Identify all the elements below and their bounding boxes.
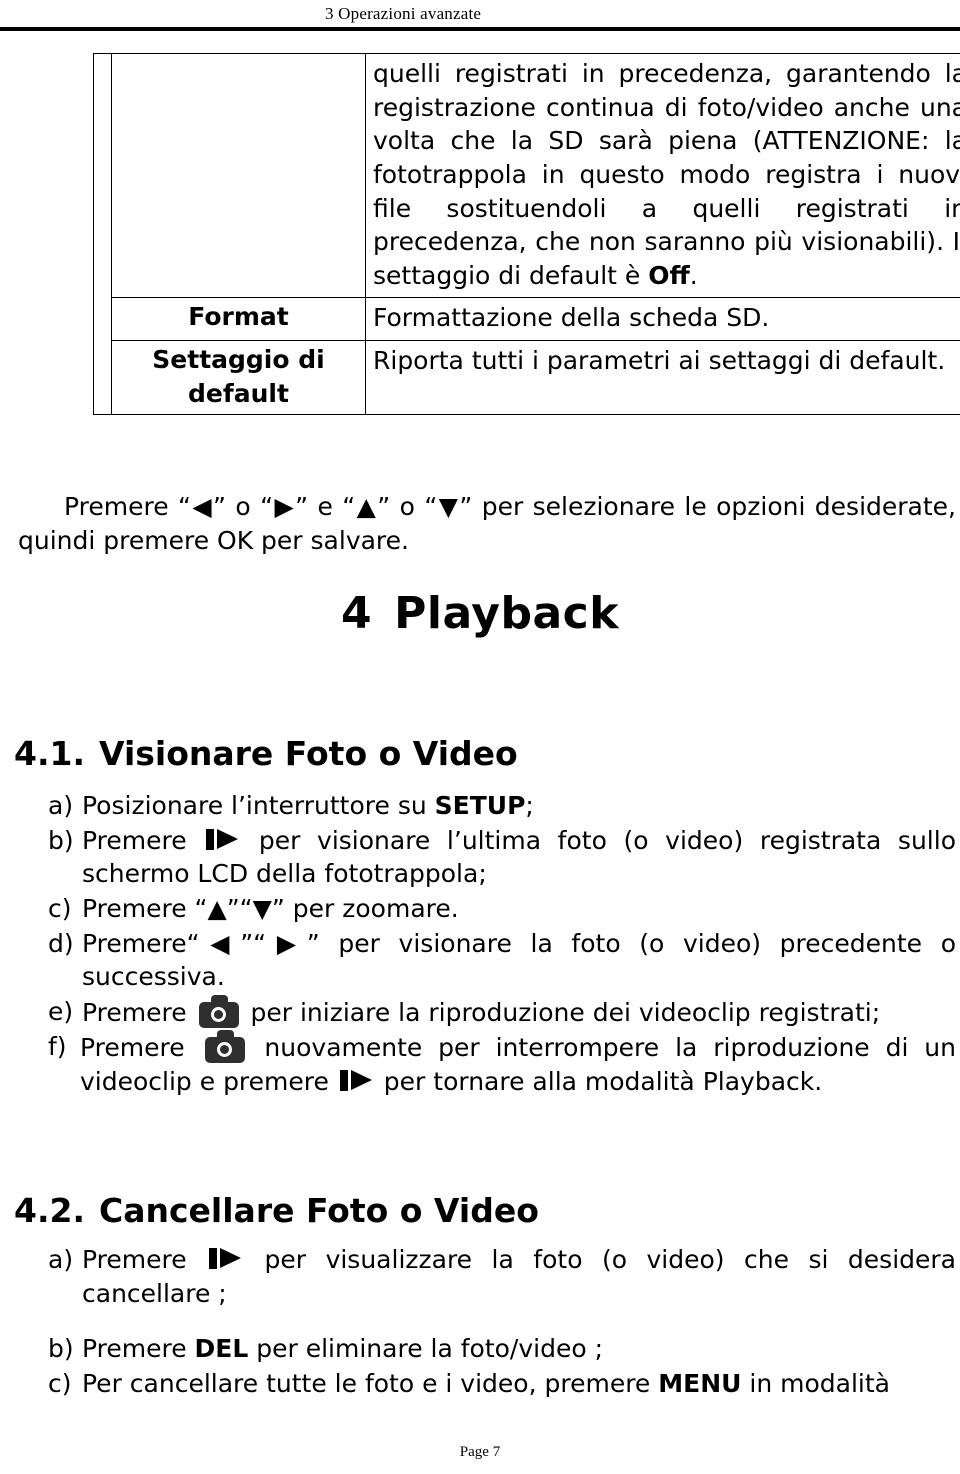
list-marker: c) [48, 893, 72, 923]
setting-name-cell: Format [111, 297, 366, 341]
chapter-heading: 4 Playback [0, 588, 960, 639]
chapter-title: Playback [394, 588, 619, 639]
running-head-text: 3 Operazioni avanzate [325, 4, 482, 23]
camera-icon [198, 994, 239, 1028]
list-item-text: Premere “▲”“▼” per zoomare. [82, 893, 459, 923]
setting-description-cell: Riporta tutti i parametri ai settaggi di… [365, 340, 960, 415]
chapter-number: 4 [340, 588, 373, 639]
setting-name-cell [111, 52, 366, 299]
list-item-text: Premere“◀”“▶” per visionare la foto (o v… [82, 928, 957, 992]
section-heading-42: 4.2. Cancellare Foto o Video [14, 1191, 539, 1230]
list-item-text: Premere per visualizzare la foto (o vide… [82, 1245, 956, 1308]
list-marker: c) [48, 1368, 72, 1398]
table-row: quelli registrati in precedenza, garante… [93, 52, 960, 415]
setting-name-cell: Settaggio di default [111, 340, 366, 415]
list-item: c) Premere “▲”“▼” per zoomare. [48, 892, 956, 926]
page-running-header: 3 Operazioni avanzate [0, 0, 960, 40]
section-number: 4.1. [14, 734, 85, 773]
section-number: 4.2. [14, 1191, 85, 1230]
list-item-text: Premere per iniziare la riproduzione dei… [82, 994, 956, 1030]
camera-icon [204, 1030, 245, 1064]
header-divider-rule [0, 27, 960, 31]
play-pause-icon [209, 1246, 242, 1271]
list-item: a) Premere per visualizzare la foto (o v… [48, 1243, 956, 1310]
section-heading-41: 4.1. Visionare Foto o Video [14, 734, 518, 773]
steps-list-41: a) Posizionare l’interruttore su SETUP; … [48, 789, 956, 1100]
list-marker: a) [48, 791, 74, 820]
list-item: f) Premere nuovamente per interrompere l… [48, 1030, 956, 1098]
list-item: e) Premere per iniziare la riproduzione … [48, 994, 956, 1030]
setting-description-cell: quelli registrati in precedenza, garante… [365, 52, 960, 299]
list-item-text: Premere per visionare l’ultima foto (o v… [82, 825, 956, 889]
table-spacer-column [93, 53, 112, 415]
list-marker: b) [48, 825, 74, 855]
list-item-text: Premere nuovamente per interrompere la r… [80, 1030, 956, 1098]
list-item: a) Posizionare l’interruttore su SETUP; [48, 789, 956, 823]
list-marker: e) [48, 996, 74, 1026]
page-footer: Page 7 [459, 1444, 501, 1460]
section-title: Visionare Foto o Video [99, 734, 518, 773]
play-pause-icon [339, 1068, 373, 1093]
press-keys-note: Premere “◀” o “▶” e “▲” o “▼” per selezi… [18, 492, 956, 555]
table-row: Settaggio di default Riporta tutti i par… [94, 340, 960, 415]
settings-table-body: quelli registrati in precedenza, garante… [93, 52, 960, 415]
setting-description-cell: Formattazione della scheda SD. [365, 297, 960, 341]
list-item-text: Posizionare l’interruttore su SETUP; [82, 791, 534, 820]
list-marker: d) [48, 928, 74, 958]
list-marker: f) [48, 1032, 67, 1062]
section-title: Cancellare Foto o Video [99, 1191, 539, 1230]
list-marker: a) [48, 1245, 74, 1274]
list-item: b) Premere per visionare l’ultima foto (… [48, 824, 956, 891]
list-item-text: Premere DEL per eliminare la foto/video … [82, 1334, 604, 1364]
settings-table: quelli registrati in precedenza, garante… [93, 52, 960, 415]
list-item: c) Per cancellare tutte le foto e i vide… [48, 1367, 956, 1401]
steps-list-42: a) Premere per visualizzare la foto (o v… [48, 1243, 956, 1402]
play-pause-icon [206, 827, 239, 852]
list-item-text: Per cancellare tutte le foto e i video, … [82, 1368, 890, 1398]
list-item: d) Premere“◀”“▶” per visionare la foto (… [48, 927, 956, 994]
table-row: Format Formattazione della scheda SD. [94, 297, 960, 341]
list-item: b) Premere DEL per eliminare la foto/vid… [48, 1332, 956, 1366]
list-marker: b) [48, 1334, 74, 1364]
